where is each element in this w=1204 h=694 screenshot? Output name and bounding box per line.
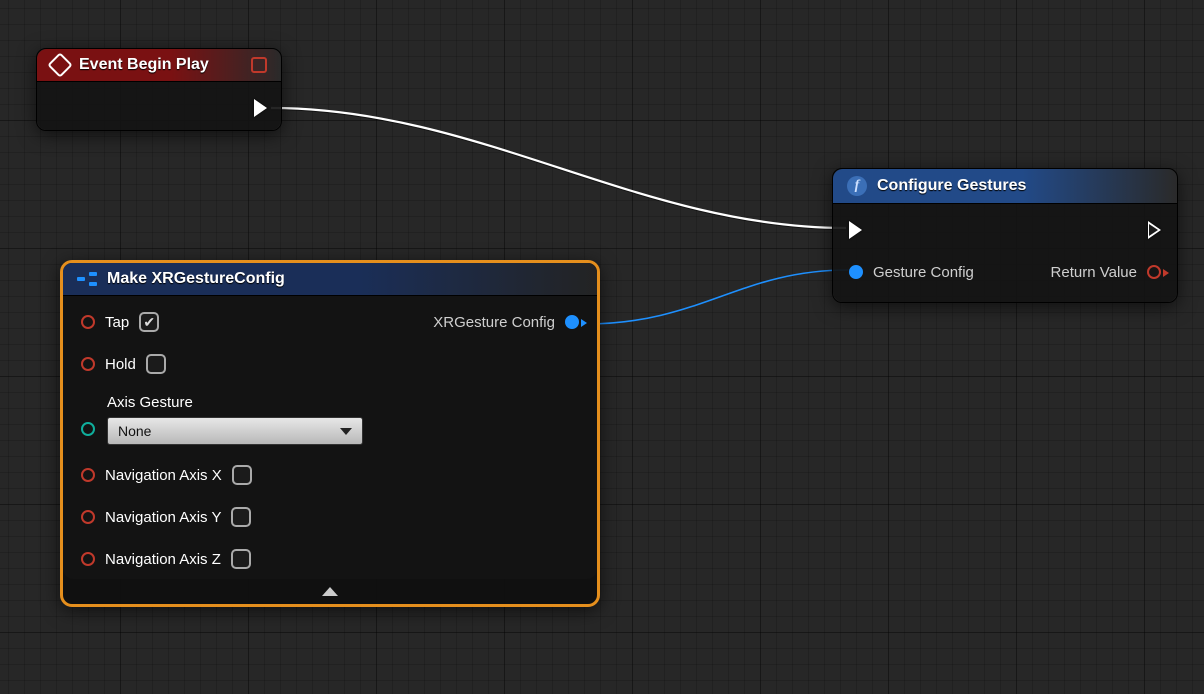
tap-row: Tap (81, 310, 433, 334)
axis-gesture-pin[interactable] (81, 422, 95, 436)
nav-y-label: Navigation Axis Y (105, 509, 221, 526)
gesture-config-in-pin[interactable] (849, 265, 863, 279)
tap-label: Tap (105, 314, 129, 331)
chevron-down-icon (340, 428, 352, 435)
exec-in-row (849, 218, 862, 242)
nav-x-pin[interactable] (81, 468, 95, 482)
expand-node-arrow[interactable] (322, 587, 338, 596)
nav-x-label: Navigation Axis X (105, 467, 222, 484)
return-value-row: Return Value (1051, 260, 1161, 284)
axis-gesture-selected: None (118, 423, 151, 439)
exec-wire (271, 108, 846, 228)
function-icon: f (847, 176, 867, 196)
nav-x-row: Navigation Axis X (81, 463, 433, 487)
return-value-pin[interactable] (1147, 265, 1161, 279)
configure-gestures-node[interactable]: f Configure Gestures Gesture Config Retu… (832, 168, 1178, 303)
configure-node-body: Gesture Config Return Value (833, 204, 1177, 302)
axis-gesture-dropdown[interactable]: None (107, 417, 363, 445)
axis-gesture-row: Axis Gesture None (81, 394, 433, 445)
axis-gesture-label: Axis Gesture (107, 394, 363, 411)
configure-node-header[interactable]: f Configure Gestures (833, 169, 1177, 204)
event-node-header[interactable]: Event Begin Play (37, 49, 281, 82)
tap-checkbox[interactable] (139, 312, 159, 332)
gesture-config-in-label: Gesture Config (873, 264, 974, 281)
struct-icon (77, 271, 97, 287)
exec-out-pin[interactable] (1148, 221, 1161, 239)
event-node-title: Event Begin Play (79, 56, 209, 74)
hold-checkbox[interactable] (146, 354, 166, 374)
gesture-config-in-row: Gesture Config (849, 260, 974, 284)
hold-label: Hold (105, 356, 136, 373)
event-node-body (37, 82, 281, 130)
make-xrgestureconfig-node[interactable]: Make XRGestureConfig Tap Hold Axis Gestu… (60, 260, 600, 607)
delegate-pin[interactable] (251, 57, 267, 73)
event-icon (47, 52, 72, 77)
exec-out-row (1148, 218, 1161, 242)
event-begin-play-node[interactable]: Event Begin Play (36, 48, 282, 131)
configure-node-title: Configure Gestures (877, 177, 1026, 195)
nav-z-checkbox[interactable] (231, 549, 251, 569)
xrgesture-out-label: XRGesture Config (433, 314, 555, 331)
hold-row: Hold (81, 352, 433, 376)
return-value-label: Return Value (1051, 264, 1137, 281)
nav-y-pin[interactable] (81, 510, 95, 524)
make-node-header[interactable]: Make XRGestureConfig (63, 263, 597, 296)
nav-y-row: Navigation Axis Y (81, 505, 433, 529)
exec-out-pin[interactable] (254, 99, 267, 117)
make-node-title: Make XRGestureConfig (107, 270, 285, 288)
struct-wire (586, 270, 848, 324)
tap-pin[interactable] (81, 315, 95, 329)
nav-z-label: Navigation Axis Z (105, 551, 221, 568)
xrgesture-out-pin[interactable] (565, 315, 579, 329)
nav-x-checkbox[interactable] (232, 465, 252, 485)
nav-y-checkbox[interactable] (231, 507, 251, 527)
nav-z-pin[interactable] (81, 552, 95, 566)
exec-in-pin[interactable] (849, 221, 862, 239)
xrgesture-out-row: XRGesture Config (433, 310, 579, 334)
make-node-body: Tap Hold Axis Gesture None (63, 296, 597, 579)
hold-pin[interactable] (81, 357, 95, 371)
nav-z-row: Navigation Axis Z (81, 547, 433, 571)
